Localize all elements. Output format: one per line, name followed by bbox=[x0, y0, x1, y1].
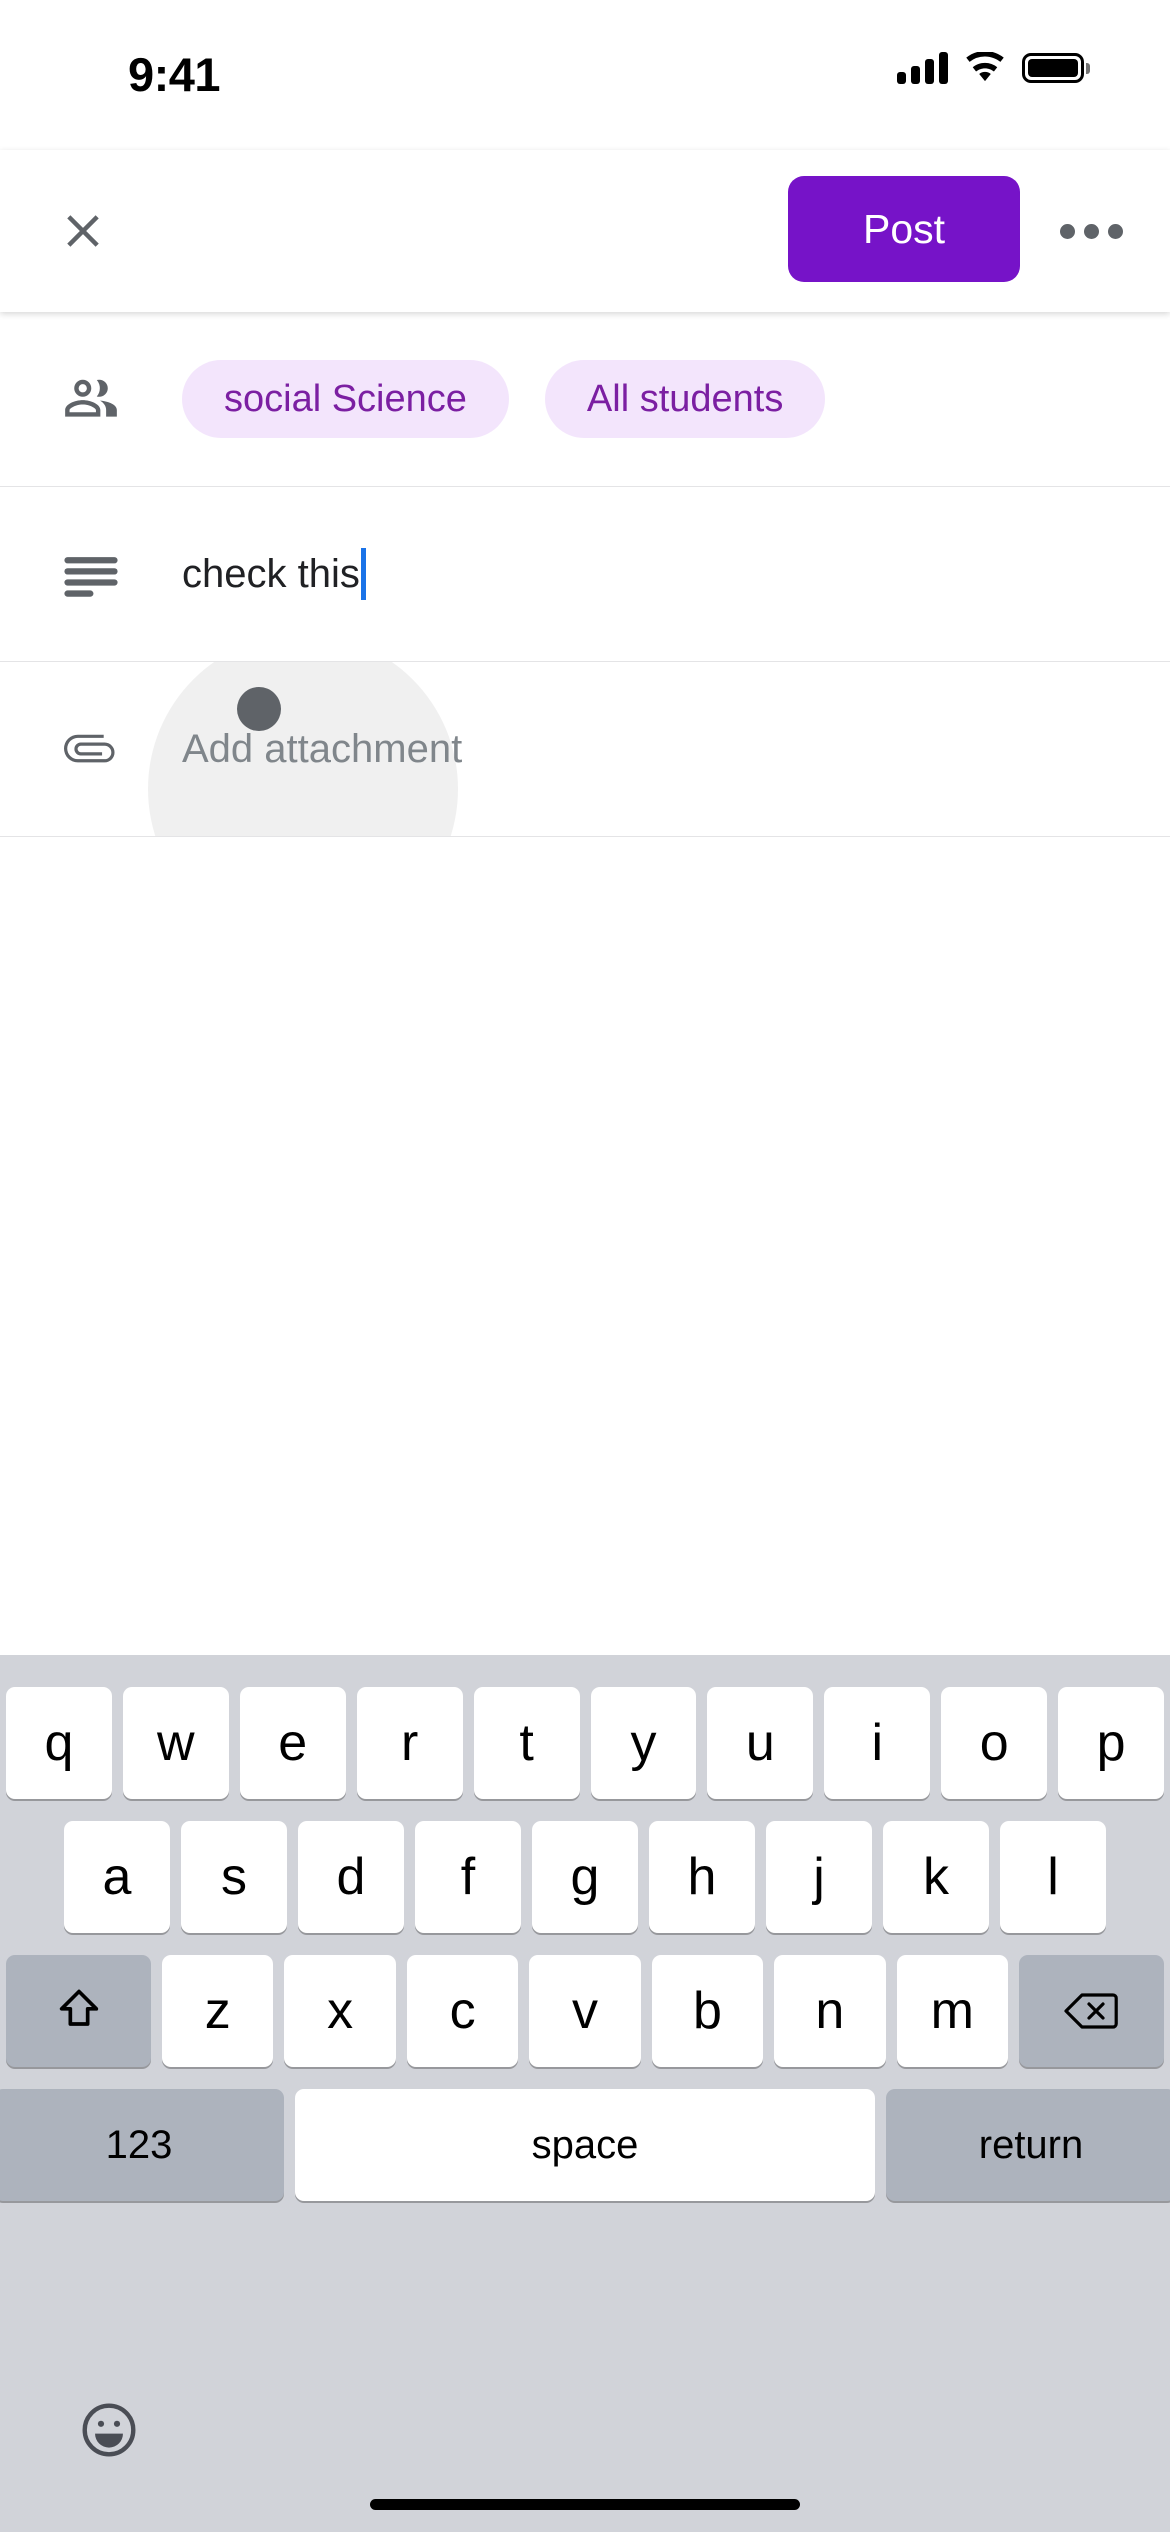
attachment-row[interactable]: Add attachment bbox=[0, 662, 1170, 837]
keyboard-row-1: q w e r t y u i o p bbox=[0, 1687, 1170, 1799]
add-attachment-label: Add attachment bbox=[182, 726, 463, 771]
shift-key[interactable] bbox=[6, 1955, 152, 2067]
close-icon[interactable] bbox=[52, 200, 114, 262]
on-screen-keyboard: q w e r t y u i o p a s d f g h j k l z … bbox=[0, 1655, 1170, 2532]
status-time: 9:41 bbox=[128, 48, 221, 101]
key-x[interactable]: x bbox=[284, 1955, 396, 2067]
emoji-icon-glyph bbox=[82, 2403, 136, 2457]
home-indicator bbox=[370, 2499, 800, 2510]
status-bar: 9:41 bbox=[0, 0, 1170, 150]
key-i[interactable]: i bbox=[824, 1687, 931, 1799]
post-form: social Science All students check this A… bbox=[0, 312, 1170, 837]
audience-row[interactable]: social Science All students bbox=[0, 312, 1170, 487]
key-m[interactable]: m bbox=[896, 1955, 1008, 2067]
cellular-signal-icon bbox=[897, 52, 948, 84]
key-j[interactable]: j bbox=[766, 1821, 872, 1933]
text-caret bbox=[360, 548, 366, 600]
key-e[interactable]: e bbox=[239, 1687, 346, 1799]
key-n[interactable]: n bbox=[774, 1955, 886, 2067]
key-z[interactable]: z bbox=[162, 1955, 274, 2067]
key-f[interactable]: f bbox=[415, 1821, 521, 1933]
backspace-key[interactable] bbox=[1018, 1955, 1164, 2067]
description-row[interactable]: check this bbox=[0, 487, 1170, 662]
close-icon-glyph bbox=[67, 215, 99, 247]
space-key[interactable]: space bbox=[295, 2089, 875, 2201]
people-icon bbox=[0, 373, 182, 425]
keyboard-row-3: z x c v b n m bbox=[0, 1955, 1170, 2067]
description-icon bbox=[0, 551, 182, 597]
audience-chip-students[interactable]: All students bbox=[544, 360, 826, 438]
audience-chip-course[interactable]: social Science bbox=[182, 360, 509, 438]
key-g[interactable]: g bbox=[532, 1821, 638, 1933]
key-k[interactable]: k bbox=[883, 1821, 989, 1933]
key-p[interactable]: p bbox=[1058, 1687, 1165, 1799]
people-icon-glyph bbox=[65, 379, 117, 417]
key-t[interactable]: t bbox=[473, 1687, 580, 1799]
key-b[interactable]: b bbox=[651, 1955, 764, 2067]
key-a[interactable]: a bbox=[64, 1821, 170, 1933]
key-q[interactable]: q bbox=[5, 1687, 112, 1799]
post-button[interactable]: Post bbox=[788, 176, 1020, 282]
key-r[interactable]: r bbox=[356, 1687, 463, 1799]
key-w[interactable]: w bbox=[122, 1687, 229, 1799]
wifi-icon bbox=[966, 52, 1004, 82]
status-indicators bbox=[897, 52, 1090, 84]
key-o[interactable]: o bbox=[941, 1687, 1048, 1799]
phone-screen: 9:41 Post social Science All students ch… bbox=[0, 0, 1170, 2532]
paperclip-icon bbox=[0, 726, 182, 772]
return-key[interactable]: return bbox=[886, 2089, 1170, 2201]
numbers-key[interactable]: 123 bbox=[0, 2089, 284, 2201]
key-v[interactable]: v bbox=[529, 1955, 641, 2067]
shift-icon bbox=[59, 1989, 98, 2026]
description-text: check this bbox=[182, 551, 360, 596]
app-bar: Post bbox=[0, 150, 1170, 312]
key-y[interactable]: y bbox=[590, 1687, 697, 1799]
key-s[interactable]: s bbox=[181, 1821, 287, 1933]
touch-indicator bbox=[237, 687, 281, 731]
key-l[interactable]: l bbox=[1000, 1821, 1106, 1933]
key-h[interactable]: h bbox=[649, 1821, 755, 1933]
battery-icon bbox=[1022, 53, 1090, 83]
key-c[interactable]: c bbox=[406, 1955, 519, 2067]
backspace-icon bbox=[1064, 1993, 1119, 2029]
emoji-icon[interactable] bbox=[78, 2399, 140, 2461]
more-options-icon[interactable] bbox=[1056, 202, 1126, 260]
keyboard-row-2: a s d f g h j k l bbox=[0, 1821, 1170, 1933]
audience-chips: social Science All students bbox=[182, 360, 826, 438]
key-u[interactable]: u bbox=[707, 1687, 814, 1799]
description-icon-glyph bbox=[64, 557, 118, 597]
paperclip-icon-glyph bbox=[64, 734, 115, 763]
key-d[interactable]: d bbox=[298, 1821, 404, 1933]
description-input[interactable]: check this bbox=[182, 548, 366, 600]
keyboard-row-4: 123 space return bbox=[0, 2089, 1170, 2201]
